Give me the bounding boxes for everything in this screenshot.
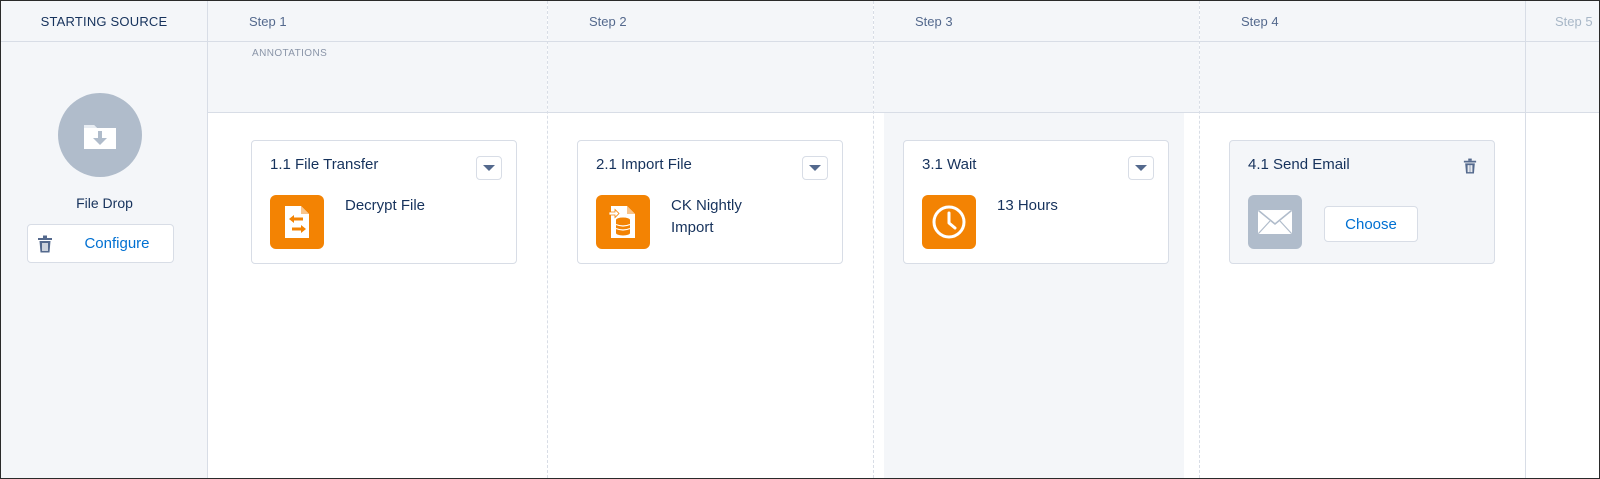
annotations-label: ANNOTATIONS <box>252 48 328 59</box>
file-transfer-icon[interactable] <box>270 195 324 249</box>
step-1-column: Step 1 ANNOTATIONS 1.1 File Transfer Dec… <box>208 1 548 478</box>
configure-button[interactable]: Configure <box>61 224 174 263</box>
step-4-header: Step 4 <box>1200 1 1525 42</box>
annotations-lane[interactable] <box>874 42 1199 113</box>
annotations-lane[interactable] <box>1200 42 1525 113</box>
journey-canvas: STARTING SOURCE File Drop Configure Step <box>0 0 1600 479</box>
step-3-column: Step 3 3.1 Wait 13 Hours <box>874 1 1200 478</box>
starting-source-column: STARTING SOURCE File Drop Configure <box>1 1 208 478</box>
folder-download-icon[interactable] <box>58 93 142 177</box>
activity-detail-line: CK Nightly <box>671 197 742 214</box>
choose-button[interactable]: Choose <box>1324 206 1418 242</box>
delete-activity-button[interactable] <box>1460 155 1480 177</box>
activity-card-1-1[interactable]: 1.1 File Transfer Decrypt File <box>251 140 517 264</box>
activity-title: 3.1 Wait <box>922 156 977 173</box>
activity-detail: Decrypt File <box>345 197 426 214</box>
activity-detail: CK Nightly Import <box>671 195 742 239</box>
activity-menu-button[interactable] <box>476 156 502 180</box>
starting-source-header: STARTING SOURCE <box>1 1 207 42</box>
annotations-lane[interactable] <box>1526 42 1599 113</box>
step-5-header: Step 5 <box>1526 1 1599 42</box>
step-5-column: Step 5 <box>1526 1 1599 478</box>
annotations-lane[interactable] <box>548 42 873 113</box>
activity-detail: 13 Hours <box>997 197 1058 214</box>
trash-icon <box>37 235 52 252</box>
chevron-down-icon <box>483 165 495 171</box>
annotations-lane[interactable]: ANNOTATIONS <box>208 42 547 113</box>
source-label: File Drop <box>76 195 133 211</box>
step-1-header: Step 1 <box>208 1 547 42</box>
activity-title: 4.1 Send Email <box>1248 156 1350 173</box>
activity-title: 1.1 File Transfer <box>270 156 379 173</box>
activity-title: 2.1 Import File <box>596 156 692 173</box>
activity-detail-line: Import <box>671 219 714 236</box>
source-delete-button[interactable] <box>27 224 62 263</box>
email-icon[interactable] <box>1248 195 1302 249</box>
activity-card-4-1[interactable]: 4.1 Send Email Choose <box>1229 140 1495 264</box>
activity-menu-button[interactable] <box>802 156 828 180</box>
activity-card-2-1[interactable]: 2.1 Import File CK Nightly Import <box>577 140 843 264</box>
step-2-header: Step 2 <box>548 1 873 42</box>
trash-icon <box>1463 158 1477 174</box>
step-3-header: Step 3 <box>874 1 1199 42</box>
chevron-down-icon <box>809 165 821 171</box>
chevron-down-icon <box>1135 165 1147 171</box>
import-database-icon[interactable] <box>596 195 650 249</box>
step-4-column: Step 4 4.1 Send Email Choose <box>1200 1 1526 478</box>
step-2-column: Step 2 2.1 Import File CK Nightly Import <box>548 1 874 478</box>
activity-menu-button[interactable] <box>1128 156 1154 180</box>
activity-card-3-1[interactable]: 3.1 Wait 13 Hours <box>903 140 1169 264</box>
clock-icon[interactable] <box>922 195 976 249</box>
